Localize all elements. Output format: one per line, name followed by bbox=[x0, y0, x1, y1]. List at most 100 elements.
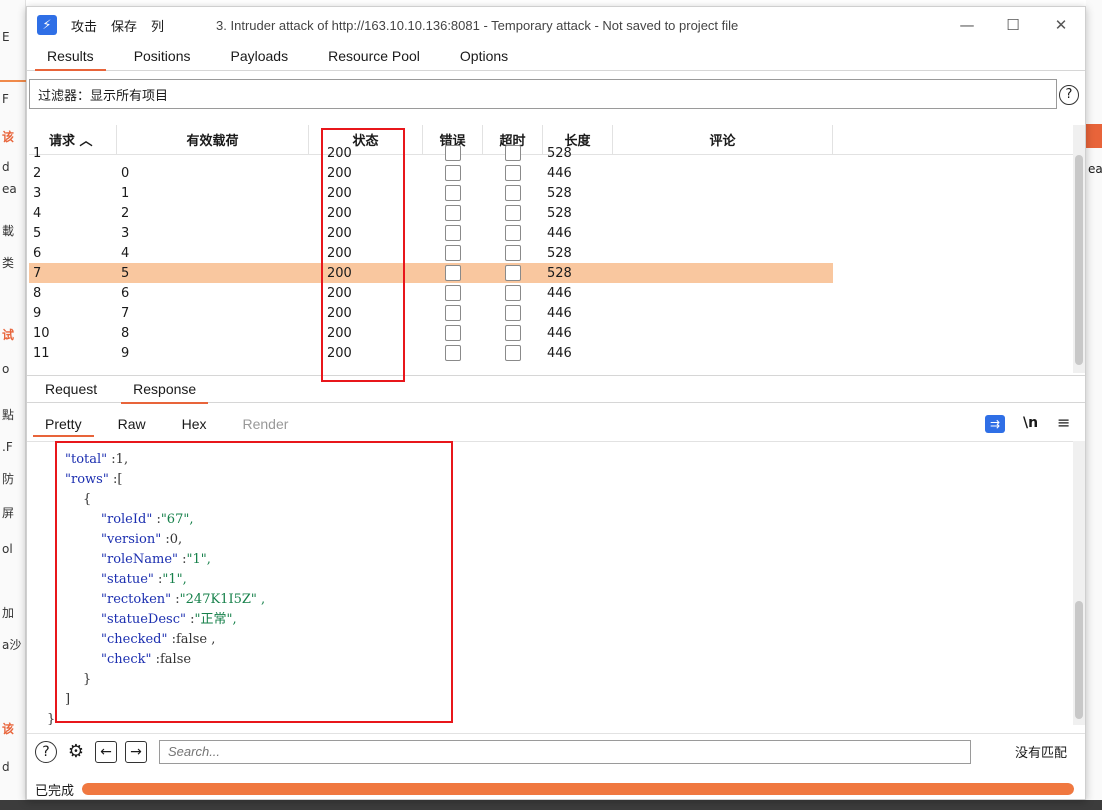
search-input[interactable] bbox=[159, 739, 971, 764]
checkbox[interactable] bbox=[445, 245, 461, 261]
timeout-checkbox[interactable] bbox=[483, 243, 543, 263]
tab-results[interactable]: Results bbox=[27, 48, 114, 71]
table-row[interactable]: 10 8 200 446 bbox=[29, 323, 833, 343]
request-number-cell: 10 bbox=[33, 325, 50, 341]
error-checkbox[interactable] bbox=[423, 343, 483, 363]
error-checkbox[interactable] bbox=[423, 183, 483, 203]
error-checkbox[interactable] bbox=[423, 283, 483, 303]
help-icon[interactable]: ? bbox=[35, 740, 57, 763]
previous-arrow-icon[interactable]: ← bbox=[95, 740, 117, 763]
tab-positions[interactable]: Positions bbox=[114, 48, 211, 70]
scrollbar-thumb[interactable] bbox=[1075, 155, 1083, 365]
tab-render[interactable]: Render bbox=[225, 411, 307, 437]
close-button[interactable]: ✕ bbox=[1041, 11, 1081, 39]
checkbox[interactable] bbox=[445, 145, 461, 161]
hamburger-menu-icon[interactable]: ≡ bbox=[1057, 413, 1070, 432]
checkbox[interactable] bbox=[505, 165, 521, 181]
word-wrap-icon[interactable]: ⇉ bbox=[985, 415, 1005, 433]
timeout-checkbox[interactable] bbox=[483, 303, 543, 323]
help-icon[interactable]: ? bbox=[1059, 85, 1079, 105]
tab-raw[interactable]: Raw bbox=[100, 411, 164, 437]
scrollbar-thumb[interactable] bbox=[1075, 601, 1083, 719]
comment-cell bbox=[613, 323, 833, 343]
error-checkbox[interactable] bbox=[423, 143, 483, 163]
menu-columns[interactable]: 列 bbox=[151, 16, 164, 35]
checkbox[interactable] bbox=[505, 185, 521, 201]
payload-cell: 9 bbox=[121, 345, 130, 361]
timeout-checkbox[interactable] bbox=[483, 163, 543, 183]
checkbox[interactable] bbox=[445, 185, 461, 201]
error-checkbox[interactable] bbox=[423, 243, 483, 263]
checkbox[interactable] bbox=[445, 265, 461, 281]
timeout-checkbox[interactable] bbox=[483, 323, 543, 343]
payload-cell bbox=[117, 143, 309, 163]
taskbar-edge bbox=[0, 800, 1102, 810]
checkbox[interactable] bbox=[505, 345, 521, 361]
burp-lightning-icon: ⚡ bbox=[37, 15, 57, 35]
payload-cell: 0 bbox=[121, 165, 130, 181]
timeout-checkbox[interactable] bbox=[483, 283, 543, 303]
tab-payloads[interactable]: Payloads bbox=[211, 48, 309, 70]
checkbox[interactable] bbox=[505, 305, 521, 321]
timeout-checkbox[interactable] bbox=[483, 143, 543, 163]
checkbox[interactable] bbox=[445, 225, 461, 241]
checkbox[interactable] bbox=[505, 265, 521, 281]
timeout-checkbox[interactable] bbox=[483, 183, 543, 203]
response-scrollbar[interactable] bbox=[1073, 441, 1085, 725]
table-scrollbar[interactable] bbox=[1073, 125, 1085, 373]
comment-cell bbox=[613, 163, 833, 183]
tab-hex[interactable]: Hex bbox=[164, 411, 225, 437]
response-json-highlight bbox=[55, 441, 453, 723]
table-row[interactable]: 4 2 200 528 bbox=[29, 203, 833, 223]
payload-cell: 4 bbox=[121, 245, 130, 261]
tab-request[interactable]: Request bbox=[27, 375, 115, 403]
checkbox[interactable] bbox=[505, 145, 521, 161]
checkbox[interactable] bbox=[505, 325, 521, 341]
length-cell: 528 bbox=[547, 265, 572, 281]
menu-save[interactable]: 保存 bbox=[111, 16, 137, 35]
maximize-button[interactable]: ☐ bbox=[993, 11, 1033, 39]
table-row[interactable]: 1 200 528 bbox=[29, 143, 833, 163]
table-row[interactable]: 5 3 200 446 bbox=[29, 223, 833, 243]
timeout-checkbox[interactable] bbox=[483, 223, 543, 243]
table-row[interactable]: 8 6 200 446 bbox=[29, 283, 833, 303]
checkbox[interactable] bbox=[445, 345, 461, 361]
tab-resource-pool[interactable]: Resource Pool bbox=[308, 48, 440, 70]
table-row[interactable]: 6 4 200 528 bbox=[29, 243, 833, 263]
error-checkbox[interactable] bbox=[423, 303, 483, 323]
newline-toggle-icon[interactable]: \n bbox=[1023, 415, 1038, 431]
checkbox[interactable] bbox=[505, 225, 521, 241]
timeout-checkbox[interactable] bbox=[483, 263, 543, 283]
timeout-checkbox[interactable] bbox=[483, 203, 543, 223]
table-row[interactable]: 2 0 200 446 bbox=[29, 163, 833, 183]
checkbox[interactable] bbox=[445, 285, 461, 301]
settings-gear-icon[interactable]: ⚙ bbox=[65, 741, 87, 763]
menu-attack[interactable]: 攻击 bbox=[71, 16, 97, 35]
filter-bar[interactable]: 过滤器：显示所有项目 bbox=[29, 79, 1057, 109]
checkbox[interactable] bbox=[505, 285, 521, 301]
checkbox[interactable] bbox=[445, 165, 461, 181]
error-checkbox[interactable] bbox=[423, 203, 483, 223]
minimize-button[interactable]: — bbox=[947, 11, 987, 39]
checkbox[interactable] bbox=[505, 245, 521, 261]
error-checkbox[interactable] bbox=[423, 223, 483, 243]
table-row[interactable]: 7 5 200 528 bbox=[29, 263, 833, 283]
checkbox[interactable] bbox=[505, 205, 521, 221]
checkbox[interactable] bbox=[445, 325, 461, 341]
error-checkbox[interactable] bbox=[423, 323, 483, 343]
timeout-checkbox[interactable] bbox=[483, 343, 543, 363]
length-cell: 528 bbox=[547, 145, 572, 161]
table-row[interactable]: 9 7 200 446 bbox=[29, 303, 833, 323]
table-row[interactable]: 3 1 200 528 bbox=[29, 183, 833, 203]
tab-response[interactable]: Response bbox=[115, 375, 214, 404]
payload-cell: 1 bbox=[121, 185, 130, 201]
checkbox[interactable] bbox=[445, 205, 461, 221]
table-row[interactable]: 11 9 200 446 bbox=[29, 343, 833, 363]
tab-options[interactable]: Options bbox=[440, 48, 528, 70]
next-arrow-icon[interactable]: → bbox=[125, 740, 147, 763]
tab-pretty[interactable]: Pretty bbox=[27, 411, 100, 437]
checkbox[interactable] bbox=[445, 305, 461, 321]
error-checkbox[interactable] bbox=[423, 163, 483, 183]
error-checkbox[interactable] bbox=[423, 263, 483, 283]
results-table: 请求 ︿ 有效载荷 状态 错误 超时 长度 评论 1 200 528 2 0 200 446 3 1 200 5… bbox=[29, 125, 1073, 373]
